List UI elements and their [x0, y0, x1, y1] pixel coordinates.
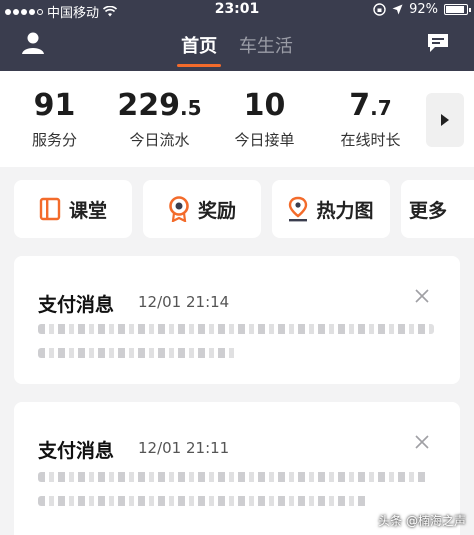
stat-label: 服务分 — [31, 131, 77, 149]
watermark: 头条 @楠海之声 — [378, 514, 466, 528]
message-card[interactable]: 支付消息 12/01 21:14 — [14, 256, 460, 384]
shortcut-label: 更多 — [409, 199, 448, 222]
message-title: 支付消息 — [38, 294, 115, 316]
shortcut-more[interactable]: 更多 — [401, 180, 474, 238]
shortcut-label: 奖励 — [197, 199, 236, 222]
stat-today-revenue[interactable]: 229.5 今日流水 — [107, 89, 212, 150]
shortcut-label: 热力图 — [316, 199, 374, 222]
stat-label: 今日接单 — [234, 131, 295, 149]
shortcut-rewards[interactable]: 奖励 — [143, 180, 261, 238]
shortcut-label: 课堂 — [68, 199, 107, 222]
message-time: 12/01 21:11 — [138, 439, 230, 457]
app-header: 首页 车生活 — [0, 22, 474, 71]
book-icon — [39, 197, 61, 221]
tab-bar: 首页 车生活 — [0, 32, 474, 66]
close-icon[interactable] — [414, 434, 430, 450]
shortcut-heatmap[interactable]: 热力图 — [272, 180, 390, 238]
message-icon[interactable] — [426, 32, 450, 54]
message-title: 支付消息 — [38, 440, 115, 462]
stat-today-orders[interactable]: 10 今日接单 — [212, 89, 317, 150]
stats-more-button[interactable] — [426, 93, 464, 147]
redacted-text — [38, 348, 238, 358]
tab-car-life[interactable]: 车生活 — [239, 32, 293, 66]
stat-online-hours[interactable]: 7.7 在线时长 — [318, 89, 423, 150]
message-time: 12/01 21:14 — [138, 293, 230, 311]
stat-service-score[interactable]: 91 服务分 — [2, 89, 107, 150]
map-pin-icon — [289, 196, 308, 222]
play-arrow-icon — [441, 114, 449, 126]
stats-panel: 91 服务分 229.5 今日流水 10 今日接单 7.7 在线时长 — [0, 71, 474, 167]
battery-icon — [444, 4, 471, 15]
redacted-text — [38, 496, 368, 506]
tab-home[interactable]: 首页 — [181, 32, 217, 66]
close-icon[interactable] — [414, 288, 430, 304]
battery-label: 92% — [409, 2, 438, 17]
shortcut-classroom[interactable]: 课堂 — [14, 180, 132, 238]
rotation-lock-icon — [373, 3, 386, 16]
top-bar: 中国移动 23:01 92% 首页 车生活 — [0, 0, 474, 71]
redacted-text — [38, 472, 428, 482]
stat-label: 今日流水 — [129, 131, 190, 149]
status-bar: 中国移动 23:01 92% — [0, 0, 474, 21]
stat-label: 在线时长 — [340, 131, 401, 149]
location-arrow-icon — [392, 4, 403, 15]
medal-icon — [169, 196, 189, 222]
redacted-text — [38, 324, 434, 334]
